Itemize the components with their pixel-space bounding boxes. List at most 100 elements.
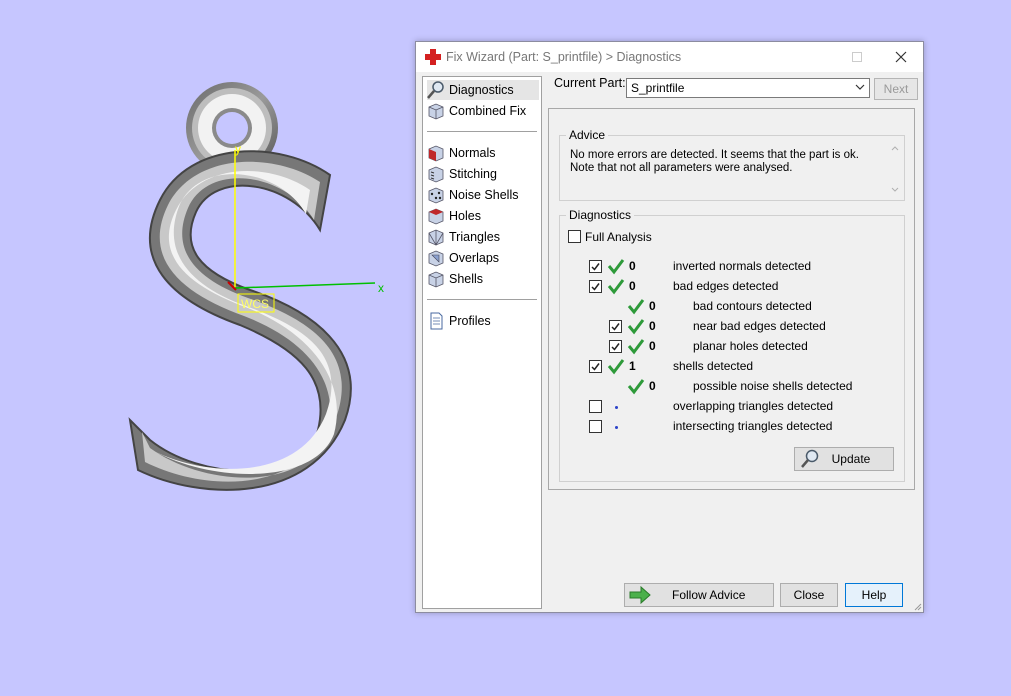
green-check-icon [627,299,645,315]
nav-label: Holes [449,209,481,223]
nav-item-stitching[interactable]: Stitching [427,164,539,184]
nav-item-overlaps[interactable]: Overlaps [427,248,539,268]
title-bar[interactable]: Fix Wizard (Part: S_printfile) > Diagnos… [416,42,923,72]
green-check-icon [627,319,645,335]
nav-label: Profiles [449,314,491,328]
intersecting-triangles-checkbox[interactable] [589,420,602,433]
nav-item-diagnostics[interactable]: Diagnostics [427,80,539,100]
axis-x-label: x [378,281,384,295]
checkmark-icon [611,323,620,331]
pending-dot-icon [615,426,618,429]
nav-separator [427,299,537,300]
nav-label: Shells [449,272,484,286]
triangles-cube-icon [428,229,444,246]
bad-contours-count: 0 [649,299,656,313]
green-check-icon [607,259,625,275]
green-check-icon [607,279,625,295]
noise-shells-count: 0 [649,379,656,393]
green-check-icon [627,379,645,395]
current-part-label: Current Part: [554,76,626,90]
nav-label: Combined Fix [449,104,527,118]
checkmark-icon [611,343,620,351]
advice-line-1: No more errors are detected. It seems th… [570,149,859,161]
follow-advice-label: Follow Advice [672,588,746,602]
checkmark-icon [591,283,600,291]
fix-wizard-dialog: Fix Wizard (Part: S_printfile) > Diagnos… [415,41,924,613]
axis-y-label: y [235,142,241,156]
bad-edges-label: bad edges detected [673,279,779,293]
letter-s-shape [128,150,352,491]
diagnostics-groupbox: Diagnostics Full Analysis 0 inverted nor… [559,208,905,482]
overlapping-triangles-checkbox[interactable] [589,400,602,413]
current-part-value: S_printfile [631,81,685,95]
resize-grip-icon[interactable] [912,601,922,611]
window-title: Fix Wizard (Part: S_printfile) > Diagnos… [446,50,682,64]
maximize-icon [852,52,862,62]
nav-item-profiles[interactable]: Profiles [427,311,539,331]
wcs-label: WCS [241,297,269,311]
overlaps-cube-icon [428,250,444,267]
inverted-normals-count: 0 [629,259,636,273]
nav-item-combined-fix[interactable]: Combined Fix [427,101,539,121]
planar-holes-count: 0 [649,339,656,353]
stitching-cube-icon [428,166,444,183]
inverted-normals-label: inverted normals detected [673,259,812,273]
full-analysis-checkbox[interactable] [568,230,581,243]
nav-separator [427,131,537,132]
magnifier-icon [801,449,819,468]
chevron-down-icon [855,84,865,90]
shells-count: 1 [629,359,636,373]
nav-item-holes[interactable]: Holes [427,206,539,226]
help-button[interactable]: Help [845,583,903,607]
near-bad-edges-count: 0 [649,319,656,333]
nav-label: Noise Shells [449,188,519,202]
bad-edges-checkbox[interactable] [589,280,602,293]
green-check-icon [607,359,625,375]
pending-dot-icon [615,406,618,409]
diagnostics-title: Diagnostics [566,208,635,222]
inverted-normals-checkbox[interactable] [589,260,602,273]
follow-advice-button[interactable]: Follow Advice [624,583,774,607]
x-axis-line [234,282,376,289]
red-cross-icon [425,49,441,65]
advice-text: No more errors are detected. It seems th… [562,144,882,196]
near-bad-edges-checkbox[interactable] [609,320,622,333]
close-button[interactable]: Close [780,583,838,607]
noise-shells-cube-icon [428,187,444,204]
noise-shells-label: possible noise shells detected [693,379,853,393]
update-button[interactable]: Update [794,447,894,471]
overlapping-triangles-label: overlapping triangles detected [673,399,834,413]
nav-label: Stitching [449,167,497,181]
scroll-arrows-icon [891,146,899,192]
green-check-icon [627,339,645,355]
shells-label: shells detected [673,359,754,373]
nav-label: Diagnostics [449,83,514,97]
nav-item-shells[interactable]: Shells [427,269,539,289]
normals-cube-icon [428,145,444,162]
checkmark-icon [591,263,600,271]
green-arrow-right-icon [629,586,651,604]
advice-title: Advice [566,128,609,142]
planar-holes-checkbox[interactable] [609,340,622,353]
advice-line-2: Note that not all parameters were analys… [570,162,793,174]
advice-groupbox: Advice No more errors are detected. It s… [559,128,905,201]
nav-item-normals[interactable]: Normals [427,143,539,163]
minimize-button[interactable] [814,47,844,67]
current-part-select[interactable]: S_printfile [626,78,870,98]
nav-label: Triangles [449,230,500,244]
shells-cube-icon [428,271,444,288]
next-button[interactable]: Next [874,78,918,100]
diagnostics-panel: Advice No more errors are detected. It s… [548,108,915,490]
nav-item-noise-shells[interactable]: Noise Shells [427,185,539,205]
maximize-button[interactable] [842,47,872,67]
shells-checkbox[interactable] [589,360,602,373]
nav-label: Normals [449,146,496,160]
magnifier-icon [427,81,444,99]
advice-scrollbar[interactable] [888,144,902,194]
close-window-button[interactable] [886,47,916,67]
close-icon [895,51,907,63]
minimize-icon [824,56,834,58]
bad-contours-label: bad contours detected [693,299,812,313]
nav-item-triangles[interactable]: Triangles [427,227,539,247]
full-analysis-label: Full Analysis [585,230,652,244]
